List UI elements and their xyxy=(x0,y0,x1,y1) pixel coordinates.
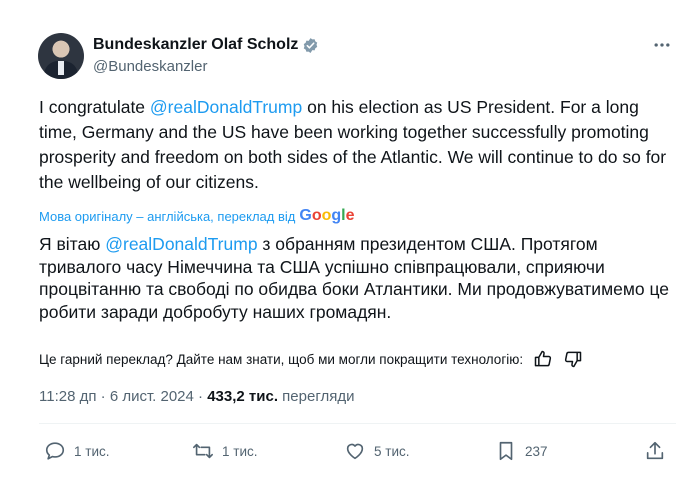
tweet-header: Bundeskanzler Olaf Scholz @Bundeskanzler xyxy=(38,33,676,83)
tweet-time[interactable]: 11:28 дп xyxy=(39,388,96,405)
more-options-button[interactable] xyxy=(652,35,672,61)
verified-badge-icon xyxy=(304,37,318,53)
views-count: 433,2 тис. xyxy=(207,388,278,405)
translated-text-start: Я вітаю xyxy=(39,234,106,254)
more-horizontal-icon xyxy=(654,43,670,47)
tweet-meta: 11:28 дп · 6 лист. 2024 · 433,2 тис. пер… xyxy=(39,388,354,405)
author-handle[interactable]: @Bundeskanzler xyxy=(93,58,207,75)
action-bar: 1 тис. 1 тис. 5 тис. 237 xyxy=(39,440,671,468)
translated-text: Я вітаю @realDonaldTrump з обранням през… xyxy=(39,233,679,323)
tweet-text-start: I congratulate xyxy=(39,97,150,117)
reply-count: 1 тис. xyxy=(74,443,110,459)
repost-button[interactable]: 1 тис. xyxy=(192,440,257,462)
translation-source-note[interactable]: Мова оригіналу – англійська, переклад ві… xyxy=(39,207,355,225)
meta-separator: · xyxy=(100,388,106,405)
reply-icon xyxy=(45,442,65,460)
bookmark-count: 237 xyxy=(525,443,548,459)
meta-separator-2: · xyxy=(198,388,204,405)
thumbs-up-icon[interactable] xyxy=(533,349,553,369)
tweet-date[interactable]: 6 лист. 2024 xyxy=(110,388,194,405)
tweet-text: I congratulate @realDonaldTrump on his e… xyxy=(39,95,679,195)
translation-feedback: Це гарний переклад? Дайте нам знати, щоб… xyxy=(39,349,583,369)
like-button[interactable]: 5 тис. xyxy=(344,440,409,462)
reply-button[interactable]: 1 тис. xyxy=(44,440,109,462)
translation-note-text: Мова оригіналу – англійська, переклад ві… xyxy=(39,208,296,224)
thumbs-down-icon[interactable] xyxy=(563,349,583,369)
views-label: перегляди xyxy=(282,388,355,405)
author-name[interactable]: Bundeskanzler Olaf Scholz xyxy=(93,36,298,54)
heart-icon xyxy=(346,443,364,460)
divider xyxy=(39,423,676,424)
bookmark-icon xyxy=(499,441,513,461)
google-logo: Google xyxy=(299,207,355,224)
avatar-shirt xyxy=(58,61,64,75)
feedback-prompt: Це гарний переклад? Дайте нам знати, щоб… xyxy=(39,351,524,367)
share-icon xyxy=(646,441,664,460)
bookmark-button[interactable]: 237 xyxy=(495,440,548,462)
share-button[interactable] xyxy=(644,440,674,462)
author-name-row: Bundeskanzler Olaf Scholz xyxy=(93,36,319,54)
previous-content-cutoff xyxy=(36,0,236,6)
like-count: 5 тис. xyxy=(374,443,410,459)
mention-link[interactable]: @realDonaldTrump xyxy=(150,97,302,117)
repost-count: 1 тис. xyxy=(222,443,258,459)
avatar[interactable] xyxy=(38,33,84,79)
repost-icon xyxy=(193,443,213,459)
translated-mention-link[interactable]: @realDonaldTrump xyxy=(105,234,257,254)
